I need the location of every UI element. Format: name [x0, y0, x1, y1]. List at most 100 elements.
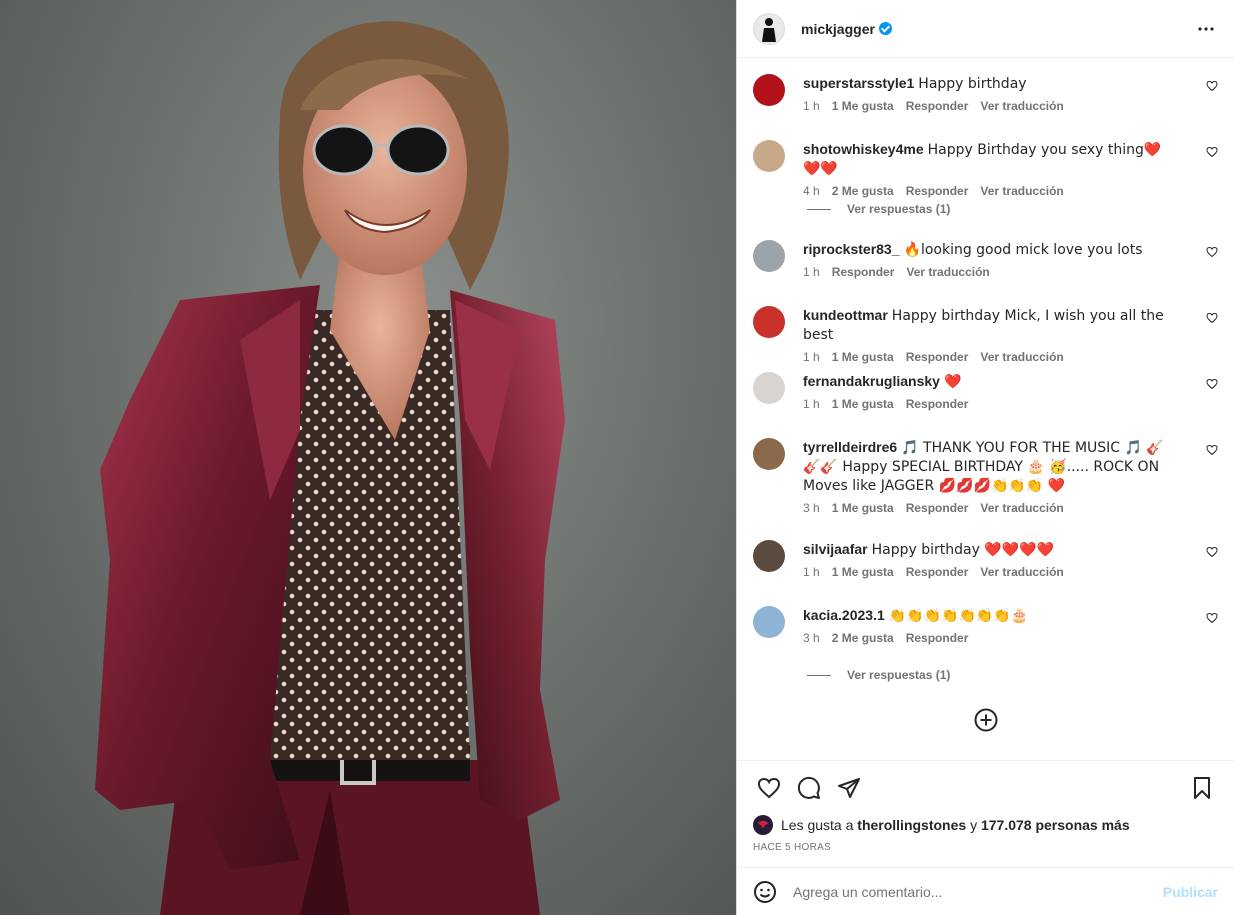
translate-button[interactable]: Ver traducción: [980, 350, 1063, 364]
comment-item: silvijaafar Happy birthday ❤️❤️❤️❤️ 1 h1 …: [753, 540, 1218, 579]
comment-meta: 3 h 1 Me gusta Responder Ver traducción: [803, 501, 1218, 515]
comment-likes[interactable]: 1 Me gusta: [832, 350, 894, 364]
comment-likes[interactable]: 2 Me gusta: [832, 184, 894, 198]
comment-likes[interactable]: 1 Me gusta: [832, 565, 894, 579]
comment-username[interactable]: kacia.2023.1: [803, 607, 885, 623]
comment-time[interactable]: 3 h: [803, 631, 820, 645]
like-comment-heart-icon[interactable]: [1206, 312, 1218, 324]
emoji-icon[interactable]: [753, 880, 777, 904]
comment-avatar[interactable]: [753, 240, 785, 272]
comment-avatar[interactable]: [753, 372, 785, 404]
comment-meta: 1 h 1 Me gusta Responder Ver traducción: [803, 565, 1218, 579]
reply-button[interactable]: Responder: [906, 397, 969, 411]
reply-button[interactable]: Responder: [906, 501, 969, 515]
comment-body: kundeottmar Happy birthday Mick, I wish y…: [803, 306, 1178, 344]
save-button[interactable]: [1182, 768, 1222, 808]
comment-body: superstarsstyle1 Happy birthday: [803, 74, 1178, 93]
like-comment-heart-icon[interactable]: [1206, 146, 1218, 158]
load-more-comments-icon[interactable]: [974, 708, 998, 732]
speech-bubble-icon: [797, 776, 820, 799]
reply-button[interactable]: Responder: [906, 565, 969, 579]
like-button[interactable]: [749, 768, 789, 808]
comment-time[interactable]: 3 h: [803, 501, 820, 515]
comment-username[interactable]: tyrrelldeirdre6: [803, 439, 897, 455]
comment-time[interactable]: 1 h: [803, 397, 820, 411]
paper-plane-icon: [838, 777, 860, 798]
translate-button[interactable]: Ver traducción: [980, 565, 1063, 579]
comment-avatar[interactable]: [753, 140, 785, 172]
reply-button[interactable]: Responder: [906, 99, 969, 113]
person-silhouette-icon: [762, 17, 776, 42]
comments-list[interactable]: superstarsstyle1 Happy birthday 1 h 1 Me g…: [737, 58, 1234, 760]
comment-button[interactable]: [789, 768, 829, 808]
comment-username[interactable]: riprockster83_: [803, 241, 900, 257]
comment-text: ❤️: [943, 374, 962, 390]
comment-likes[interactable]: 1 Me gusta: [832, 397, 894, 411]
like-comment-heart-icon[interactable]: [1206, 246, 1218, 258]
translate-button[interactable]: Ver traducción: [980, 501, 1063, 515]
comment-meta: 1 h 1 Me gusta Responder Ver traducción: [803, 99, 1218, 113]
publish-button[interactable]: Publicar: [1163, 884, 1218, 900]
comment-avatar[interactable]: [753, 74, 785, 106]
comment-time[interactable]: 1 h: [803, 265, 820, 279]
reply-button[interactable]: Responder: [832, 265, 895, 279]
translate-button[interactable]: Ver traducción: [906, 265, 989, 279]
translate-button[interactable]: Ver traducción: [980, 99, 1063, 113]
like-comment-heart-icon[interactable]: [1206, 444, 1218, 456]
reply-button[interactable]: Responder: [906, 184, 969, 198]
translate-button[interactable]: Ver traducción: [980, 184, 1063, 198]
likes-mid: y: [970, 817, 978, 833]
comment-item: superstarsstyle1 Happy birthday 1 h 1 Me g…: [753, 74, 1218, 113]
comment-body: riprockster83_ 🔥looking good mick love yo…: [803, 240, 1178, 259]
comment-meta: 1 h Responder Ver traducción: [803, 265, 1218, 279]
author-avatar[interactable]: [753, 12, 785, 45]
reply-button[interactable]: Responder: [906, 350, 969, 364]
like-comment-heart-icon[interactable]: [1206, 378, 1218, 390]
comment-username[interactable]: shotowhiskey4me: [803, 141, 924, 157]
comment-time[interactable]: 1 h: [803, 565, 820, 579]
comment-text: 👏👏👏👏👏👏👏🎂: [888, 608, 1029, 624]
share-button[interactable]: [829, 768, 869, 808]
comment-username[interactable]: silvijaafar: [803, 541, 868, 557]
comment-item: tyrrelldeirdre6 🎵 THANK YOU FOR THE MUSIC…: [753, 438, 1218, 515]
comment-time[interactable]: 1 h: [803, 350, 820, 364]
comment-item: shotowhiskey4me Happy Birthday you sexy t…: [753, 140, 1218, 198]
reply-button[interactable]: Responder: [906, 631, 969, 645]
author-username-text: mickjagger: [801, 20, 875, 37]
comment-time[interactable]: 4 h: [803, 184, 820, 198]
comment-likes[interactable]: 1 Me gusta: [832, 501, 894, 515]
liker-username[interactable]: therollingstones: [857, 817, 966, 833]
comment-time[interactable]: 1 h: [803, 99, 820, 113]
comment-meta: 1 h 1 Me gusta Responder: [803, 397, 1218, 411]
liker-avatar[interactable]: [753, 815, 773, 835]
author-username[interactable]: mickjagger: [801, 21, 892, 37]
post-photo[interactable]: [0, 0, 736, 915]
likes-summary: Les gusta a therollingstones y 177.078 p…: [753, 815, 1130, 835]
comment-text: Happy birthday ❤️❤️❤️❤️: [871, 542, 1055, 558]
more-options-button[interactable]: [1194, 17, 1218, 41]
comment-username[interactable]: fernandakrugliansky: [803, 373, 940, 389]
comment-likes[interactable]: 1 Me gusta: [832, 99, 894, 113]
post-sidebar: mickjagger superstarsstyle1 Happy birthda…: [736, 0, 1234, 915]
comment-avatar[interactable]: [753, 606, 785, 638]
like-comment-heart-icon[interactable]: [1206, 80, 1218, 92]
post-image: [95, 21, 565, 915]
view-replies-button[interactable]: Ver respuestas (1): [807, 668, 950, 682]
likes-count[interactable]: 177.078 personas más: [981, 817, 1130, 833]
comment-item: fernandakrugliansky ❤️ 1 h 1 Me gusta Respo…: [753, 372, 1218, 411]
comment-avatar[interactable]: [753, 306, 785, 338]
comment-username[interactable]: kundeottmar: [803, 307, 888, 323]
like-comment-heart-icon[interactable]: [1206, 546, 1218, 558]
post-timestamp[interactable]: HACE 5 HORAS: [753, 842, 831, 853]
comment-item: riprockster83_ 🔥looking good mick love yo…: [753, 240, 1218, 279]
view-replies-label: Ver respuestas (1): [847, 202, 951, 216]
comment-username[interactable]: superstarsstyle1: [803, 75, 914, 91]
comment-likes[interactable]: 2 Me gusta: [832, 631, 894, 645]
like-comment-heart-icon[interactable]: [1206, 612, 1218, 624]
comment-avatar[interactable]: [753, 540, 785, 572]
rolling-stones-tongue-icon: [757, 820, 769, 828]
comment-input[interactable]: [793, 883, 1163, 900]
comment-composer: Publicar: [737, 867, 1234, 915]
view-replies-button[interactable]: Ver respuestas (1): [807, 202, 950, 216]
comment-avatar[interactable]: [753, 438, 785, 470]
